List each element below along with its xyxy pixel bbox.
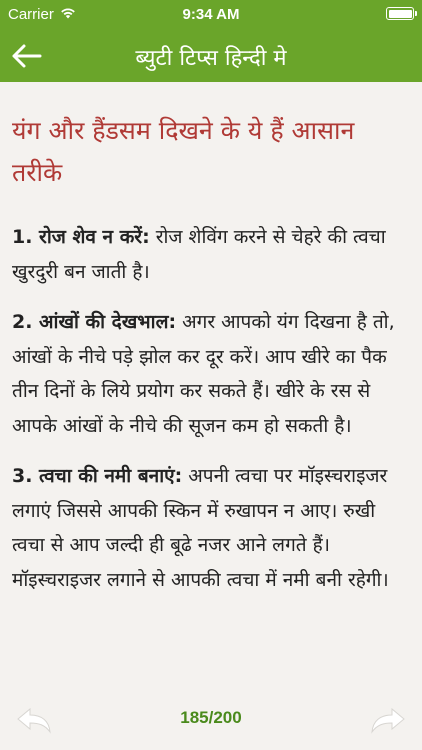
battery-icon [386,7,417,20]
nav-bar: ब्युटी टिप्स हिन्दी मे [0,30,422,82]
nav-title: ब्युटी टिप्स हिन्दी मे [135,46,287,71]
page-indicator: 185/200 [180,708,242,727]
section-heading: 3. त्वचा की नमी बनाएं: [12,465,183,487]
section-heading: 1. रोज शेव न करें: [12,226,150,248]
article-title: यंग और हैंडसम दिखने के ये हैं आसान तरीके [12,116,355,187]
section-heading: 2. आंखों की देखभाल: [12,311,177,333]
article-section: 1. रोज शेव न करें: रोज शेविंग करने से चे… [12,220,410,289]
status-bar: Carrier 9:34 AM [0,0,422,30]
bottom-toolbar: 185/200 [0,692,422,750]
status-time: 9:34 AM [182,6,240,23]
article-section: 2. आंखों की देखभाल: अगर आपको यंग दिखना ह… [12,305,410,443]
article-content[interactable]: यंग और हैंडसम दिखने के ये हैं आसान तरीके… [0,82,422,700]
article-section: 3. त्वचा की नमी बनाएं: अपनी त्वचा पर मॉइ… [12,459,410,597]
share-right-arrow-icon [371,707,405,734]
status-right [386,7,417,20]
next-page-button[interactable] [368,706,408,736]
